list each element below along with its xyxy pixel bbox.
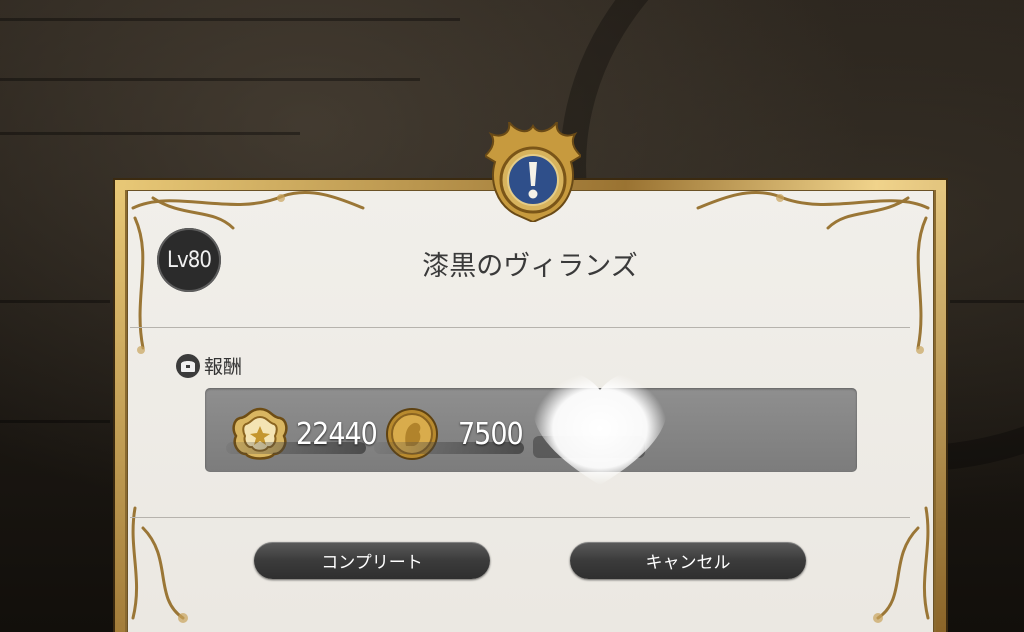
rewards-label: 報酬	[204, 356, 243, 378]
stone-seam	[0, 18, 460, 21]
reward-chest-icon	[176, 353, 200, 378]
level-badge: Lv80	[157, 228, 221, 292]
rewards-section-label: 報酬	[176, 352, 242, 379]
game-scene: Lv80 漆黒のヴィランズ 報酬 22440 7500 コンプリート キャンセル	[0, 0, 1024, 632]
gil-seal-icon	[232, 407, 288, 460]
divider-bottom	[130, 517, 910, 518]
stone-seam	[950, 300, 1024, 303]
cancel-button[interactable]: キャンセル	[570, 542, 806, 579]
stone-seam	[0, 300, 110, 303]
reward-value: 7500	[458, 416, 524, 452]
reward-slot	[533, 436, 645, 458]
quest-title: 漆黒のヴィランズ	[422, 251, 638, 282]
stone-seam	[0, 420, 110, 423]
complete-button[interactable]: コンプリート	[254, 542, 490, 579]
reward-gil-seals[interactable]: 22440	[226, 406, 378, 462]
stone-seam	[0, 132, 300, 135]
stone-seam	[0, 78, 420, 81]
divider-top	[130, 327, 910, 328]
gold-coin-icon	[386, 408, 438, 460]
reward-gil[interactable]: 7500	[374, 406, 524, 462]
alert-crest-icon	[485, 122, 581, 222]
reward-value: 22440	[296, 416, 378, 452]
